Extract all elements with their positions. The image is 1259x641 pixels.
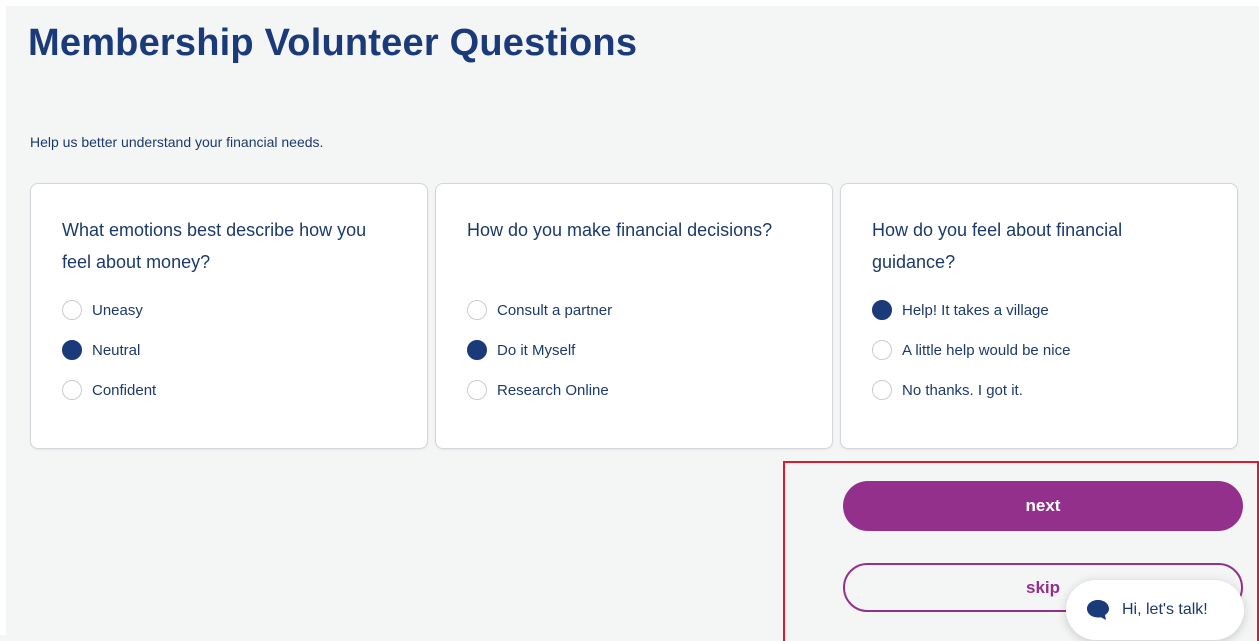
chat-label: Hi, let's talk! — [1122, 601, 1208, 618]
option-consult-partner[interactable]: Consult a partner — [467, 299, 612, 321]
option-help-village[interactable]: Help! It takes a village — [872, 299, 1049, 321]
option-label: No thanks. I got it. — [902, 381, 1023, 399]
option-label: Neutral — [92, 341, 141, 359]
question-text: How do you make financial decisions? — [467, 220, 773, 240]
option-neutral[interactable]: Neutral — [62, 339, 140, 361]
page-edge — [0, 0, 6, 635]
chat-widget[interactable]: Hi, let's talk! — [1066, 580, 1244, 640]
option-label: Research Online — [497, 381, 609, 399]
radio-button-checked[interactable] — [467, 340, 487, 360]
radio-button[interactable] — [872, 340, 892, 360]
option-confident[interactable]: Confident — [62, 379, 156, 401]
radio-button[interactable] — [62, 300, 82, 320]
question-text: What emotions best describe how you feel… — [62, 220, 367, 272]
page-title: Membership Volunteer Questions — [28, 22, 638, 64]
chat-bubble-icon — [1087, 600, 1109, 620]
option-label: Consult a partner — [497, 301, 613, 319]
option-uneasy[interactable]: Uneasy — [62, 299, 143, 321]
option-do-it-myself[interactable]: Do it Myself — [467, 339, 575, 361]
page-edge-top — [0, 0, 1259, 6]
option-label: A little help would be nice — [902, 341, 1071, 359]
question-card-emotions: What emotions best describe how you feel… — [30, 183, 428, 449]
option-research-online[interactable]: Research Online — [467, 379, 609, 401]
option-label: Confident — [92, 381, 157, 399]
option-label: Uneasy — [92, 301, 143, 319]
next-button[interactable]: next — [843, 481, 1243, 531]
option-label: Help! It takes a village — [902, 301, 1049, 319]
radio-button[interactable] — [467, 300, 487, 320]
radio-button[interactable] — [62, 380, 82, 400]
radio-button-checked[interactable] — [872, 300, 892, 320]
question-card-guidance: How do you feel about financial guidance… — [840, 183, 1238, 449]
radio-button[interactable] — [467, 380, 487, 400]
radio-button-checked[interactable] — [62, 340, 82, 360]
page-subtitle: Help us better understand your financial… — [30, 134, 324, 150]
option-little-help[interactable]: A little help would be nice — [872, 339, 1070, 361]
question-text: How do you feel about financial guidance… — [872, 220, 1123, 272]
question-card-decisions: How do you make financial decisions? Con… — [435, 183, 833, 449]
option-no-thanks[interactable]: No thanks. I got it. — [872, 379, 1023, 401]
radio-button[interactable] — [872, 380, 892, 400]
option-label: Do it Myself — [497, 341, 576, 359]
